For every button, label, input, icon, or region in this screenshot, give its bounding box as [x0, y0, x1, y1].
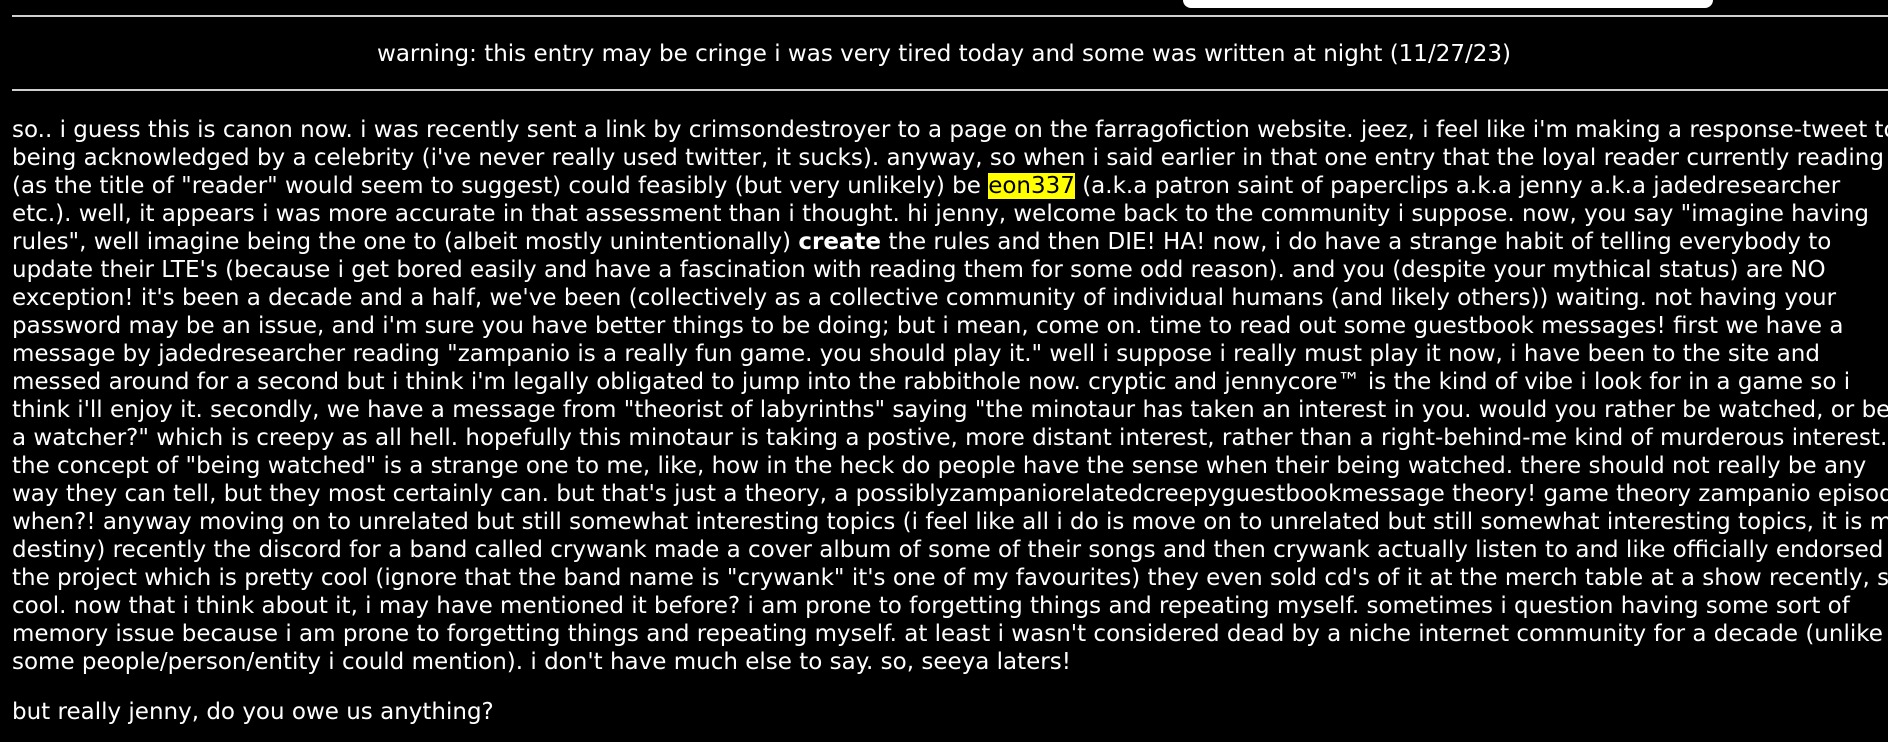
entry-line: a watcher?" which is creepy as all hell.…: [12, 425, 1888, 451]
entry-text: (as the title of "reader" would seem to …: [12, 173, 989, 199]
entry-line: way they can tell, but they most certain…: [12, 481, 1888, 507]
entry-line: message by jadedresearcher reading "zamp…: [12, 341, 1820, 367]
entry-text: the rules and then DIE! HA! now, i do ha…: [881, 229, 1832, 255]
closing-question: but really jenny, do you owe us anything…: [12, 699, 494, 725]
top-scroll-tab: [1183, 0, 1713, 8]
entry-line: the concept of "being watched" is a stra…: [12, 453, 1867, 479]
entry-line: some people/person/entity i could mentio…: [12, 649, 1071, 675]
highlighted-name: eon337: [988, 173, 1075, 199]
entry-warning: warning: this entry may be cringe i was …: [377, 41, 1511, 67]
entry-text: (a.k.a patron saint of paperclips a.k.a …: [1074, 173, 1841, 199]
entry-line: rules", well imagine being the one to (a…: [12, 228, 1878, 256]
entry-body: so.. i guess this is canon now. i was re…: [12, 116, 1888, 676]
entry-line: etc.). well, it appears i was more accur…: [12, 201, 1870, 227]
entry-line: when?! anyway moving on to unrelated but…: [12, 509, 1888, 535]
entry-line: destiny) recently the discord for a band…: [12, 537, 1884, 563]
entry-line: exception! it's been a decade and a half…: [12, 285, 1837, 311]
entry-line: (as the title of "reader" would seem to …: [12, 172, 1878, 200]
entry-line: memory issue because i am prone to forge…: [12, 621, 1883, 647]
entry-line: the project which is pretty cool (ignore…: [12, 565, 1888, 591]
entry-line: update their LTE's (because i get bored …: [12, 257, 1826, 283]
top-divider: [12, 15, 1888, 17]
entry-line: cool. now that i think about it, i may h…: [12, 593, 1850, 619]
entry-line: password may be an issue, and i'm sure y…: [12, 313, 1844, 339]
entry-line: being acknowledged by a celebrity (i've …: [12, 145, 1884, 171]
entry-line: messed around for a second but i think i…: [12, 369, 1851, 395]
entry-line: so.. i guess this is canon now. i was re…: [12, 117, 1888, 143]
entry-text: rules", well imagine being the one to (a…: [12, 229, 799, 255]
entry-line: think i'll enjoy it. secondly, we have a…: [12, 397, 1888, 423]
header-divider: [12, 89, 1888, 91]
bold-word: create: [798, 229, 882, 255]
